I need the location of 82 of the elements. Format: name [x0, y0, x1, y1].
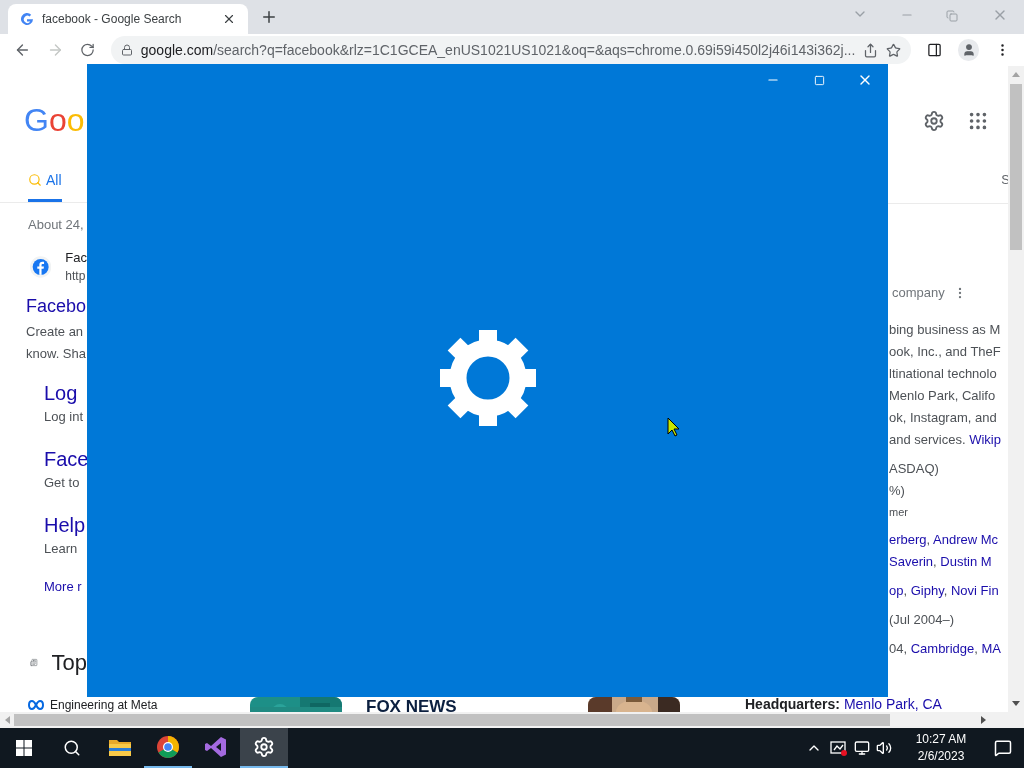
result-count: About 24, — [28, 216, 84, 234]
panel-text: erberg, Andrew Mc — [888, 531, 999, 549]
headquarters-label: Headquarters: — [745, 697, 840, 712]
panel-text: Saverin, Dustin M — [888, 553, 992, 571]
share-icon[interactable] — [863, 42, 879, 58]
gear-icon — [439, 330, 536, 426]
network-icon[interactable] — [854, 740, 870, 756]
panel-link[interactable]: Wikip — [969, 432, 1001, 447]
panel-text: ASDAQ) — [888, 460, 939, 478]
panel-text: (Jul 2004–) — [888, 611, 955, 629]
url-text: google.com/search?q=facebook&rlz=1C1GCEA_enUS1021US1021&oq=&aqs=chrome.0.69i59i450l2j46i143i362j... — [140, 40, 856, 60]
network-alert-icon[interactable] — [830, 740, 848, 756]
search-icon — [28, 173, 42, 187]
news-source-logo: FOX NEWS — [366, 697, 457, 712]
settings-icon[interactable] — [923, 110, 945, 132]
apps-grid-icon[interactable] — [967, 110, 989, 132]
more-results-link[interactable]: More r — [44, 579, 82, 594]
panel-link[interactable]: erberg — [889, 532, 927, 547]
site-name: Fac — [65, 249, 87, 267]
site-url: http — [65, 268, 87, 285]
sitelink-text: Log int — [44, 408, 85, 426]
taskbar-app[interactable] — [240, 728, 288, 768]
panel-subtitle: company — [892, 284, 945, 303]
lock-icon — [120, 44, 133, 56]
panel-text: 04, Cambridge, MA — [888, 640, 1001, 658]
browser-logo-icon — [156, 735, 180, 759]
reload-icon[interactable] — [79, 42, 95, 58]
vertical-scrollbar[interactable] — [1008, 66, 1024, 728]
windows-logo-icon — [16, 740, 32, 756]
result-title-link[interactable]: Facebo — [26, 296, 87, 316]
side-panel-icon[interactable] — [927, 42, 943, 58]
ribbon-logo-icon — [204, 735, 228, 759]
panel-text: ook, Inc., and TheF — [888, 343, 1001, 361]
panel-link[interactable]: MA — [981, 641, 1001, 656]
scroll-right-icon[interactable] — [981, 716, 986, 724]
story-source: Engineering at Meta — [50, 697, 158, 712]
sitelink-text: Learn — [44, 540, 79, 558]
sitelink-title[interactable]: Face — [44, 445, 87, 473]
horizontal-scrollbar[interactable] — [0, 712, 1008, 728]
scroll-down-icon[interactable] — [1012, 701, 1020, 706]
result-snippet: Create an — [26, 323, 84, 341]
clock[interactable]: 10:27 AM 2/6/2023 — [902, 731, 980, 765]
browser-tab[interactable]: facebook - Google Search — [8, 4, 248, 34]
panel-text: and services. Wikip — [888, 431, 1001, 449]
panel-text: bing business as M — [888, 321, 1001, 339]
infinity-logo-icon — [28, 699, 44, 710]
profile-avatar[interactable] — [958, 39, 979, 61]
back-icon[interactable] — [14, 41, 31, 59]
facebook-logo-icon — [30, 255, 52, 279]
maximize-icon — [813, 74, 825, 86]
panel-link[interactable]: Andrew Mc — [933, 532, 999, 547]
sitelink-text: Get to — [44, 474, 81, 492]
bookmark-star-icon[interactable] — [886, 42, 902, 58]
search-icon — [63, 739, 81, 757]
section-heading: Top — [51, 648, 87, 677]
headquarters-link[interactable]: Menlo Park, CA — [843, 697, 942, 712]
panel-link[interactable]: Dustin M — [940, 554, 992, 569]
panel-text: %) — [888, 482, 905, 500]
new-tab-icon[interactable] — [260, 8, 278, 26]
settings-icon — [253, 736, 275, 758]
scrollbar-thumb[interactable] — [1010, 84, 1022, 250]
sitelink-title[interactable]: Log — [44, 379, 87, 407]
result-snippet: know. Sha — [26, 345, 86, 363]
panel-link[interactable]: Giphy — [910, 583, 944, 598]
sitelink-title[interactable]: Help — [44, 511, 87, 539]
google-favicon-icon — [20, 12, 34, 26]
close-icon[interactable] — [222, 12, 236, 26]
panel-text: ok, Instagram, and — [888, 409, 997, 427]
folder-icon — [108, 737, 132, 757]
panel-link[interactable]: Saverin — [889, 554, 934, 569]
address-field[interactable]: google.com/search?q=facebook&rlz=1C1GCEA_enUS1021US1021&oq=&aqs=chrome.0.69i59i450l2j46i143i362j... — [110, 36, 912, 64]
panel-text: mer — [888, 505, 908, 520]
volume-icon[interactable] — [876, 740, 892, 756]
panel-text: ltinational technolo — [888, 365, 997, 383]
scrollbar-thumb[interactable] — [14, 714, 890, 726]
notifications-icon[interactable] — [994, 739, 1012, 757]
google-logo[interactable]: Goo — [24, 104, 85, 136]
panel-text: Menlo Park, Califo — [888, 387, 996, 405]
tab-title: facebook - Google Search — [42, 11, 183, 28]
panel-text: op, Giphy, Novi Fin — [888, 582, 999, 600]
mouse-cursor-icon — [667, 417, 680, 437]
panel-link[interactable]: Novi Fin — [950, 583, 999, 598]
